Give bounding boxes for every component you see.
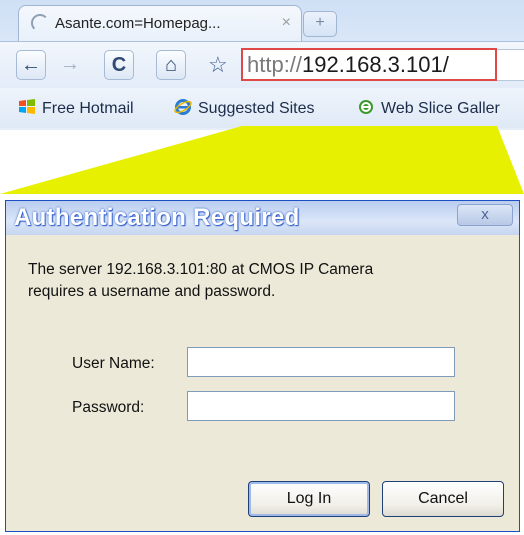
new-tab-button[interactable]: + [303, 11, 337, 37]
password-label: Password: [72, 399, 145, 416]
bookmarks-bar: Free Hotmail Suggested Sites Web Slice G… [0, 88, 524, 128]
reload-button[interactable]: C [104, 50, 134, 80]
dialog-titlebar: Authentication Required x [6, 201, 519, 235]
browser-tab[interactable]: Asante.com=Homepag... × [18, 5, 302, 42]
bookmark-suggested-sites[interactable]: Suggested Sites [174, 98, 315, 118]
highlight-callout [0, 126, 524, 194]
username-input[interactable] [187, 347, 455, 377]
loading-spinner-icon [31, 14, 49, 32]
dialog-message: The server 192.168.3.101:80 at CMOS IP C… [28, 259, 488, 303]
url-highlight-box [241, 48, 497, 81]
navigation-bar: ← → C ⌂ ☆ http://192.168.3.101/ [0, 41, 524, 88]
bookmark-web-slice-gallery[interactable]: Web Slice Galler [357, 98, 500, 118]
ie-icon [174, 99, 192, 115]
dialog-title: Authentication Required [14, 204, 300, 231]
tab-close-icon[interactable]: × [282, 14, 291, 32]
back-button[interactable]: ← [16, 50, 46, 80]
message-line: requires a username and password. [28, 283, 276, 300]
message-line: The server 192.168.3.101:80 at CMOS IP C… [28, 261, 374, 278]
windows-flag-icon [19, 99, 35, 114]
bookmark-label: Suggested Sites [198, 100, 315, 117]
home-button[interactable]: ⌂ [156, 50, 186, 80]
username-label: User Name: [72, 355, 155, 372]
bookmark-free-hotmail[interactable]: Free Hotmail [18, 98, 134, 118]
browser-chrome: Asante.com=Homepag... × + ← → C ⌂ ☆ http… [0, 0, 524, 130]
bookmark-label: Web Slice Galler [381, 100, 500, 117]
password-input[interactable] [187, 391, 455, 421]
forward-button[interactable]: → [56, 50, 84, 78]
login-button[interactable]: Log In [248, 481, 370, 517]
bookmark-star-icon[interactable]: ☆ [208, 52, 228, 78]
tab-title: Asante.com=Homepag... [55, 15, 221, 32]
authentication-dialog: Authentication Required x The server 192… [5, 200, 520, 532]
cancel-button[interactable]: Cancel [382, 481, 504, 517]
web-slice-icon [359, 100, 373, 114]
dialog-close-button[interactable]: x [457, 204, 513, 226]
bookmark-label: Free Hotmail [42, 100, 134, 117]
